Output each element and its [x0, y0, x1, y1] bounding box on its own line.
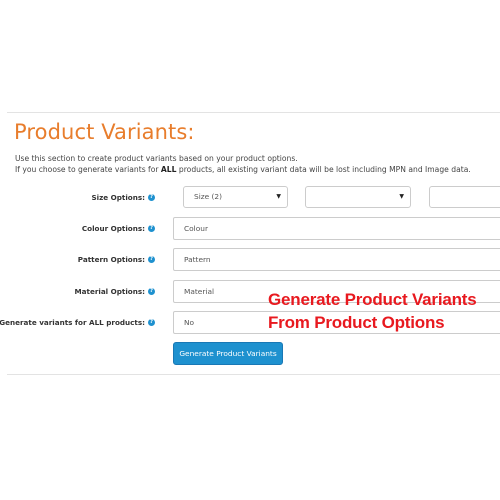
desc-line2-bold: ALL [160, 165, 177, 174]
pattern-options-label: Pattern Options: ? [78, 255, 155, 264]
pattern-options-label-text: Pattern Options: [77, 255, 145, 264]
material-options-label-text: Material Options: [74, 287, 146, 296]
size-option-select-1[interactable]: Size (2) ▼ [183, 186, 288, 208]
product-variants-page: Product Variants: Use this section to cr… [0, 0, 500, 500]
section-title: Product Variants: [14, 120, 195, 144]
colour-options-field[interactable]: Colour [173, 217, 500, 240]
material-options-label: Material Options: ? [74, 287, 155, 296]
help-circle-icon[interactable]: ? [148, 319, 155, 326]
promo-overlay-line-1: Generate Product Variants [268, 290, 477, 309]
desc-line2-pre: If you choose to generate variants for [15, 165, 161, 174]
section-description-line-2: If you choose to generate variants for A… [15, 165, 471, 174]
generate-all-label: Generate variants for ALL products: ? [0, 318, 155, 327]
promo-overlay-line-2: From Product Options [268, 313, 445, 332]
section-top-divider [7, 112, 500, 113]
size-option-select-2[interactable]: ▼ [305, 186, 411, 208]
size-options-label-text: Size Options: [91, 193, 145, 202]
generate-all-label-text: Generate variants for ALL products: [0, 318, 145, 327]
help-circle-icon[interactable]: ? [148, 256, 155, 263]
size-option-select-3[interactable] [429, 186, 500, 208]
generate-product-variants-button[interactable]: Generate Product Variants [173, 342, 283, 365]
help-circle-icon[interactable]: ? [148, 288, 155, 295]
pattern-options-field[interactable]: Pattern [173, 248, 500, 271]
caret-down-icon: ▼ [399, 193, 404, 200]
desc-line2-post: products, all existing variant data will… [176, 165, 471, 174]
help-circle-icon[interactable]: ? [148, 194, 155, 201]
caret-down-icon: ▼ [276, 193, 281, 200]
section-bottom-divider [7, 374, 500, 375]
colour-options-label: Colour Options: ? [82, 224, 155, 233]
size-options-label: Size Options: ? [91, 193, 155, 202]
colour-options-label-text: Colour Options: [81, 224, 145, 233]
size-option-select-1-value: Size (2) [194, 192, 222, 201]
help-circle-icon[interactable]: ? [148, 225, 155, 232]
section-description-line-1: Use this section to create product varia… [15, 154, 298, 163]
